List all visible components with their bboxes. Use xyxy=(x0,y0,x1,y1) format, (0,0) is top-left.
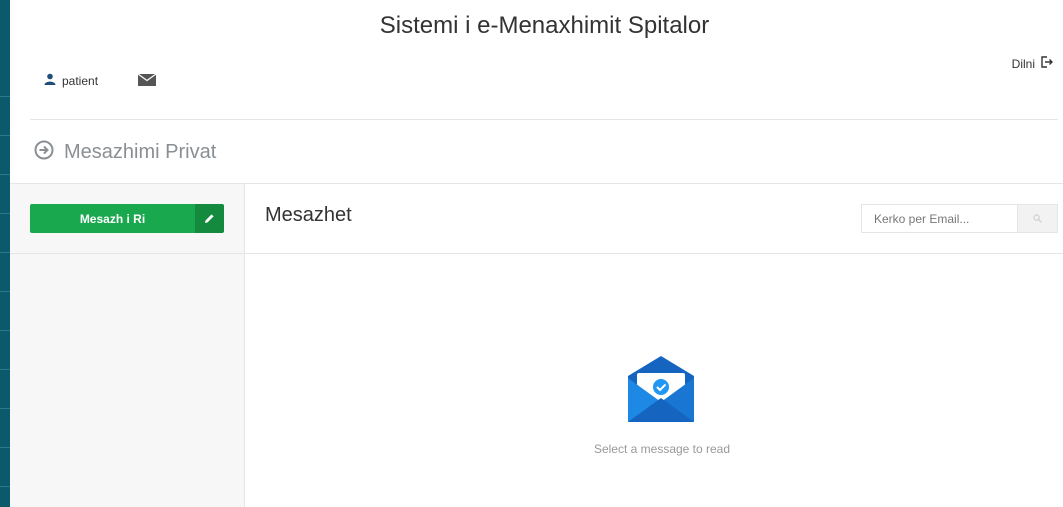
new-message-label: Mesazh i Ri xyxy=(30,204,195,233)
messages-title: Mesazhet xyxy=(265,204,352,226)
logout-label: Dilni xyxy=(1011,56,1035,71)
user-icon xyxy=(44,73,56,88)
user-link[interactable]: patient xyxy=(44,73,98,88)
sidebar: Mesazh i Ri xyxy=(10,184,245,507)
empty-state-text: Select a message to read xyxy=(593,442,731,456)
app-title: Sistemi i e-Menaxhimit Spitalor xyxy=(379,12,710,39)
email-search xyxy=(861,204,1058,233)
open-envelope-icon xyxy=(628,356,694,422)
messaging-panel: Mesazh i Ri Mesazhet Kerko per Email... … xyxy=(10,183,1063,507)
search-button[interactable] xyxy=(1017,204,1058,233)
sidebar-divider xyxy=(10,253,244,254)
arrow-right-circle-icon xyxy=(34,140,54,165)
pencil-icon xyxy=(195,204,224,233)
messages-content: Mesazhet Select a message to read xyxy=(245,184,1063,507)
section-header: Mesazhimi Privat xyxy=(34,140,216,165)
left-rail xyxy=(0,0,10,507)
header-divider xyxy=(30,119,1058,120)
logout-link[interactable]: Dilni xyxy=(1012,56,1053,71)
email-search-input[interactable] xyxy=(861,204,1017,233)
logout-icon xyxy=(1041,56,1053,71)
new-message-button[interactable]: Mesazh i Ri xyxy=(30,204,224,233)
user-label: patient xyxy=(62,73,99,88)
section-title: Mesazhimi Privat xyxy=(64,141,217,163)
search-icon xyxy=(1033,210,1042,228)
content-divider xyxy=(245,253,1063,254)
envelope-icon[interactable] xyxy=(137,73,157,86)
